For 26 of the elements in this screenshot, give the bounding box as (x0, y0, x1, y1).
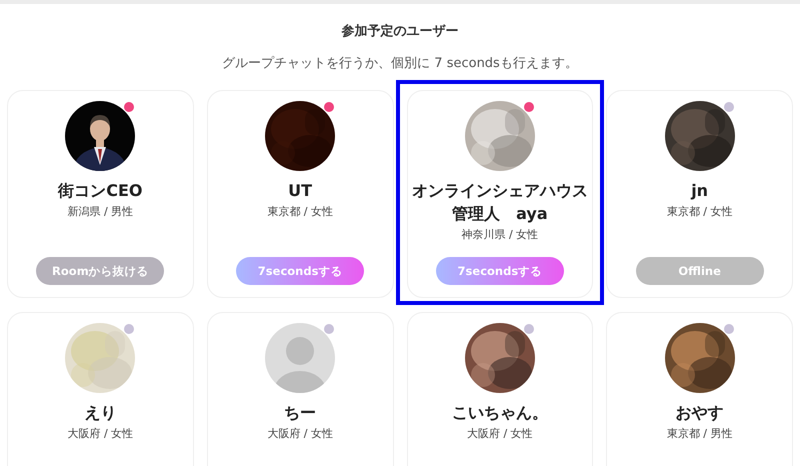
user-card[interactable]: 街コンCEO 新潟県 / 男性 Roomから抜ける (7, 90, 194, 298)
user-name: ちー (283, 402, 318, 424)
user-name: UT (287, 180, 314, 202)
user-name: こいちゃん。 (450, 402, 549, 424)
user-name: おやす (674, 402, 725, 424)
user-card[interactable]: jn 東京都 / 女性 Offline (606, 90, 793, 298)
user-card[interactable]: ちー 大阪府 / 女性 (206, 312, 394, 466)
user-card[interactable]: えり 大阪府 / 女性 (7, 312, 194, 466)
user-card[interactable]: オンラインシェアハウス管理人 aya 神奈川県 / 女性 7secondsする (406, 90, 594, 298)
user-location: 東京都 / 女性 (666, 204, 732, 219)
user-name: jn (690, 180, 710, 202)
user-card[interactable]: UT 東京都 / 女性 7secondsする (206, 90, 394, 298)
user-name: えり (83, 402, 118, 424)
user-card[interactable]: こいちゃん。 大阪府 / 女性 (406, 312, 594, 466)
user-location: 東京都 / 女性 (267, 204, 333, 219)
user-location: 新潟県 / 男性 (68, 204, 134, 219)
user-location: 大阪府 / 女性 (68, 426, 134, 441)
user-location: 神奈川県 / 女性 (462, 227, 538, 242)
user-location: 東京都 / 男性 (666, 426, 732, 441)
section-description: グループチャットを行うか、個別に 7 secondsも行えます。 (221, 55, 579, 72)
user-location: 大阪府 / 女性 (467, 426, 533, 441)
user-name: オンラインシェアハウス管理人 aya (410, 180, 589, 225)
user-name: 街コンCEO (56, 180, 144, 202)
section-heading: 参加予定のユーザー (340, 22, 460, 40)
user-location: 大阪府 / 女性 (267, 426, 333, 441)
user-card[interactable]: おやす 東京都 / 男性 (606, 312, 793, 466)
